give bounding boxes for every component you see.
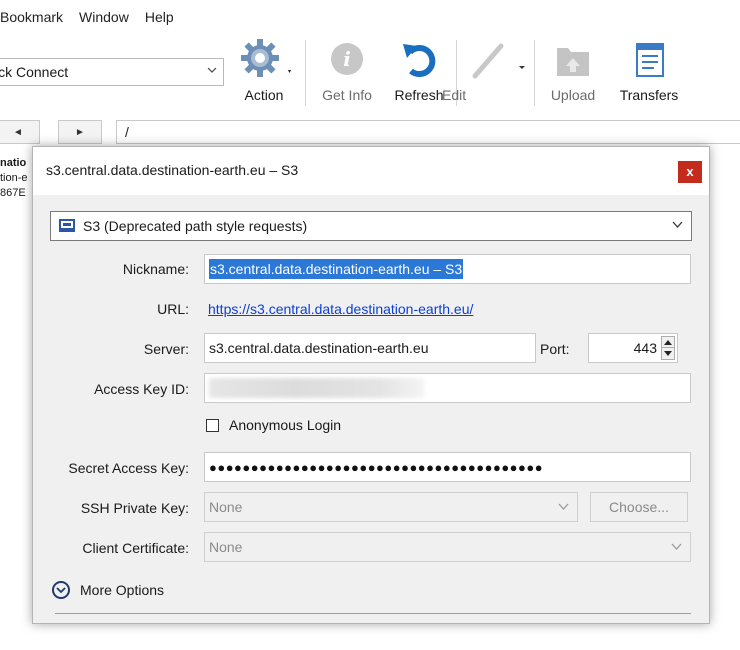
stepper-down-icon[interactable] (664, 351, 672, 356)
quick-connect-combo[interactable]: ick Connect (0, 58, 224, 86)
dialog-body: S3 (Deprecated path style requests) Nick… (33, 195, 709, 623)
anonymous-login-label: Anonymous Login (229, 417, 342, 433)
upload-button[interactable]: Upload (542, 38, 604, 103)
dialog-title-bar: s3.central.data.destination-earth.eu – S… (33, 147, 709, 195)
back-button[interactable]: ◄ (0, 120, 40, 144)
close-icon: x (686, 164, 694, 179)
navigation-bar: ◄ ► / (0, 116, 740, 146)
refresh-label: Refresh (394, 87, 444, 103)
browser-list: natio tion-e 867E (0, 150, 36, 230)
server-field[interactable]: s3.central.data.destination-earth.eu (204, 333, 536, 363)
menu-bookmark[interactable]: Bookmark (0, 9, 71, 25)
port-field[interactable]: 443 (588, 333, 678, 363)
svg-text:i: i (343, 47, 351, 71)
chevron-down-circle-icon[interactable] (52, 581, 70, 599)
ssh-key-value: None (209, 499, 243, 515)
protocol-select[interactable]: S3 (Deprecated path style requests) (50, 211, 692, 241)
client-cert-select[interactable]: None (204, 532, 691, 562)
secret-key-value: ●●●●●●●●●●●●●●●●●●●●●●●●●●●●●●●●●●●●●●●● (209, 460, 544, 475)
path-field[interactable]: / (116, 120, 740, 144)
anonymous-login-checkbox[interactable]: Anonymous Login (206, 417, 341, 433)
transfers-label: Transfers (619, 87, 679, 103)
secret-key-field[interactable]: ●●●●●●●●●●●●●●●●●●●●●●●●●●●●●●●●●●●●●●●● (204, 452, 691, 482)
protocol-value: S3 (Deprecated path style requests) (83, 218, 308, 234)
refresh-icon (403, 44, 436, 78)
transfers-button[interactable]: Transfers (612, 38, 686, 103)
server-label: Server: (143, 341, 189, 357)
redacted-access-key (209, 378, 424, 398)
forward-button[interactable]: ► (58, 120, 102, 144)
chevron-down-icon (672, 221, 683, 228)
stepper-up-icon[interactable] (664, 340, 672, 345)
url-link[interactable]: https://s3.central.data.destination-eart… (208, 301, 473, 317)
more-options-label: More Options (80, 582, 165, 598)
list-item-detail: 867E (0, 187, 26, 199)
action-label: Action (244, 87, 284, 103)
edit-label: Edit (442, 87, 467, 103)
chevron-down-icon (671, 543, 682, 550)
connection-dialog: s3.central.data.destination-earth.eu – S… (32, 146, 710, 624)
checkbox-box[interactable] (206, 418, 219, 432)
more-options-toggle[interactable]: More Options (52, 581, 164, 599)
access-key-label: Access Key ID: (94, 381, 189, 397)
back-arrow-icon: ◄ (13, 126, 23, 138)
toolbar-separator (534, 40, 535, 106)
menu-bar: Bookmark Window Help (0, 0, 740, 34)
chevron-down-icon (558, 503, 569, 510)
nickname-label: Nickname: (122, 261, 189, 277)
list-item[interactable]: natio (0, 156, 36, 171)
pencil-icon (472, 43, 525, 79)
menu-help[interactable]: Help (137, 9, 182, 25)
port-label: Port: (540, 341, 570, 357)
list-item-detail: tion-e (0, 172, 28, 184)
nickname-field[interactable]: s3.central.data.destination-earth.eu – S… (204, 254, 691, 284)
chevron-down-icon (207, 67, 217, 73)
upload-folder-icon (557, 48, 589, 76)
toolbar: ick Connect Action i Get Info Refresh Ed… (0, 34, 740, 116)
transfers-list-icon (636, 43, 664, 77)
access-key-field[interactable] (204, 373, 691, 403)
ssh-key-select[interactable]: None (204, 492, 578, 522)
dialog-title: s3.central.data.destination-earth.eu – S… (46, 162, 299, 178)
quick-connect-value: ick Connect (0, 64, 69, 80)
action-button[interactable]: Action (232, 38, 296, 103)
stepper-divider (662, 347, 674, 348)
client-cert-label: Client Certificate: (82, 540, 189, 556)
get-info-label: Get Info (322, 87, 372, 103)
choose-button[interactable]: Choose... (590, 492, 688, 522)
s3-bucket-icon (59, 219, 75, 232)
nickname-value: s3.central.data.destination-earth.eu – S… (209, 259, 464, 279)
ssh-key-label: SSH Private Key: (80, 500, 189, 516)
edit-button[interactable]: Edit (442, 38, 530, 103)
upload-label: Upload (550, 87, 596, 103)
gear-icon (241, 39, 291, 77)
close-button[interactable]: x (678, 161, 702, 183)
client-cert-value: None (209, 539, 243, 555)
divider (55, 613, 691, 614)
secret-key-label: Secret Access Key: (68, 460, 189, 476)
refresh-button[interactable]: Refresh (388, 38, 450, 103)
url-label: URL: (157, 301, 189, 317)
info-icon: i (331, 43, 363, 75)
port-value: 443 (633, 340, 657, 356)
toolbar-separator (305, 40, 306, 106)
get-info-button[interactable]: i Get Info (314, 38, 380, 103)
forward-arrow-icon: ► (75, 126, 85, 138)
menu-window[interactable]: Window (71, 9, 137, 25)
port-stepper[interactable] (661, 336, 675, 360)
